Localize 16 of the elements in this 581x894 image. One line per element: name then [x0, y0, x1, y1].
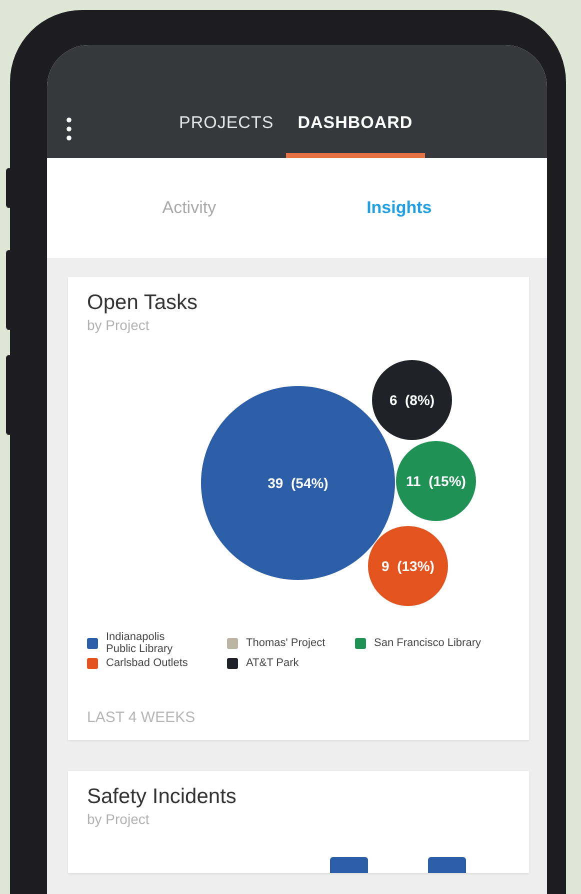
- menu-icon[interactable]: [66, 117, 72, 141]
- legend-label: Carlsbad Outlets: [106, 657, 188, 669]
- legend-label: Thomas' Project: [246, 637, 326, 649]
- bubble-label: 9 (13%): [382, 558, 434, 574]
- legend-label: San Francisco Library: [374, 637, 481, 649]
- card-subtitle: by Project: [86, 811, 150, 827]
- card-title: Open Tasks: [86, 291, 199, 315]
- card-subtitle: by Project: [86, 317, 150, 333]
- bubble-label: 39 (54%): [268, 475, 328, 491]
- bubble-label: 6 (8%): [389, 392, 435, 408]
- period-label: LAST 4 WEEKS: [86, 709, 196, 726]
- legend-label: AT&T Park: [246, 657, 299, 669]
- legend-label: Indianapolis Public Library: [106, 631, 174, 655]
- nav-tab[interactable]: PROJECTS: [167, 113, 286, 158]
- bubble-label: 11 (15%): [406, 473, 466, 489]
- card-title: Safety Incidents: [86, 785, 238, 809]
